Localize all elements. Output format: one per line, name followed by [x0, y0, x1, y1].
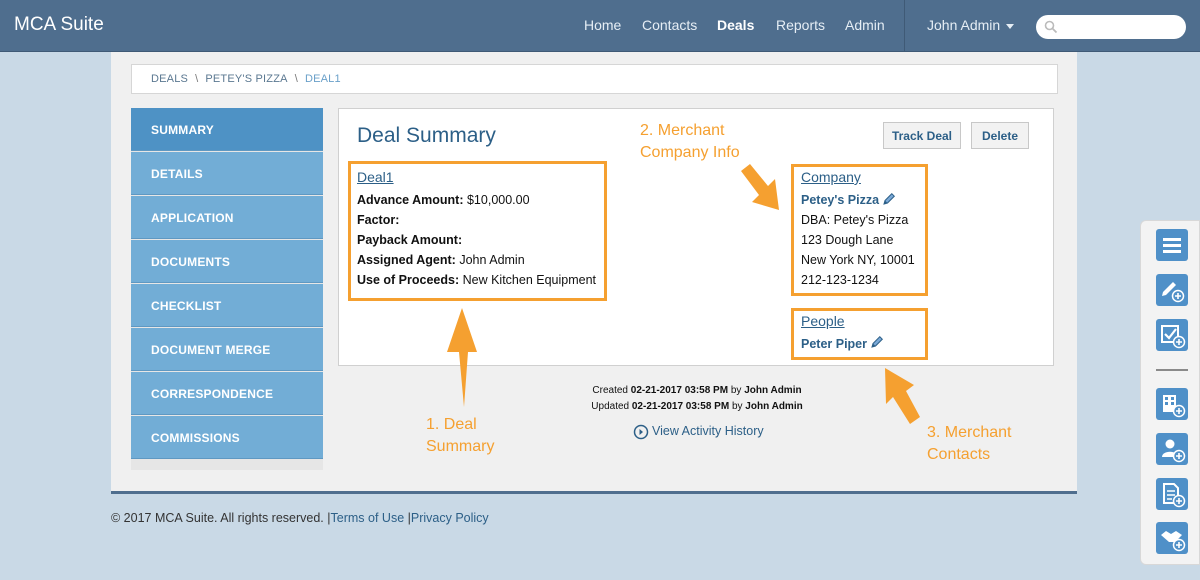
add-document-button[interactable] — [1156, 478, 1188, 510]
updated-info: Updated 02-21-2017 03:58 PM by John Admi… — [567, 401, 827, 412]
document-add-icon — [1163, 483, 1186, 508]
view-activity-history-link[interactable]: View Activity History — [652, 424, 764, 438]
checklist-add-icon — [1161, 325, 1186, 349]
updated-label: Updated — [591, 401, 630, 412]
updated-date: 02-21-2017 03:58 PM — [631, 401, 730, 412]
created-by: John Admin — [744, 385, 802, 396]
menu-button[interactable] — [1156, 229, 1188, 261]
add-task-button[interactable] — [1156, 319, 1188, 351]
by-text: by — [731, 401, 743, 412]
building-add-icon — [1163, 395, 1186, 418]
toolbar-divider — [1156, 369, 1188, 371]
annotation-arrows — [447, 164, 920, 424]
privacy-link[interactable]: Privacy Policy — [411, 511, 489, 525]
clock-icon[interactable] — [633, 424, 649, 440]
terms-link[interactable]: Terms of Use — [331, 511, 405, 525]
handshake-add-icon — [1161, 531, 1186, 552]
arrow-up-left-icon — [885, 368, 920, 424]
copyright-text: © 2017 MCA Suite. All rights reserved. — [111, 511, 324, 525]
updated-by: John Admin — [745, 401, 803, 412]
add-company-button[interactable] — [1156, 388, 1188, 420]
created-info: Created 02-21-2017 03:58 PM by John Admi… — [567, 385, 827, 396]
person-add-icon — [1162, 439, 1186, 463]
created-label: Created — [592, 385, 628, 396]
edit-add-icon — [1162, 282, 1185, 303]
list-icon — [1163, 238, 1181, 253]
footer: © 2017 MCA Suite. All rights reserved. |… — [111, 511, 489, 525]
arrow-up-icon — [447, 308, 477, 407]
by-text: by — [730, 385, 742, 396]
add-deal-button[interactable] — [1156, 522, 1188, 554]
arrow-down-right-icon — [741, 164, 779, 210]
add-note-button[interactable] — [1156, 274, 1188, 306]
created-date: 02-21-2017 03:58 PM — [630, 385, 729, 396]
add-contact-button[interactable] — [1156, 433, 1188, 465]
